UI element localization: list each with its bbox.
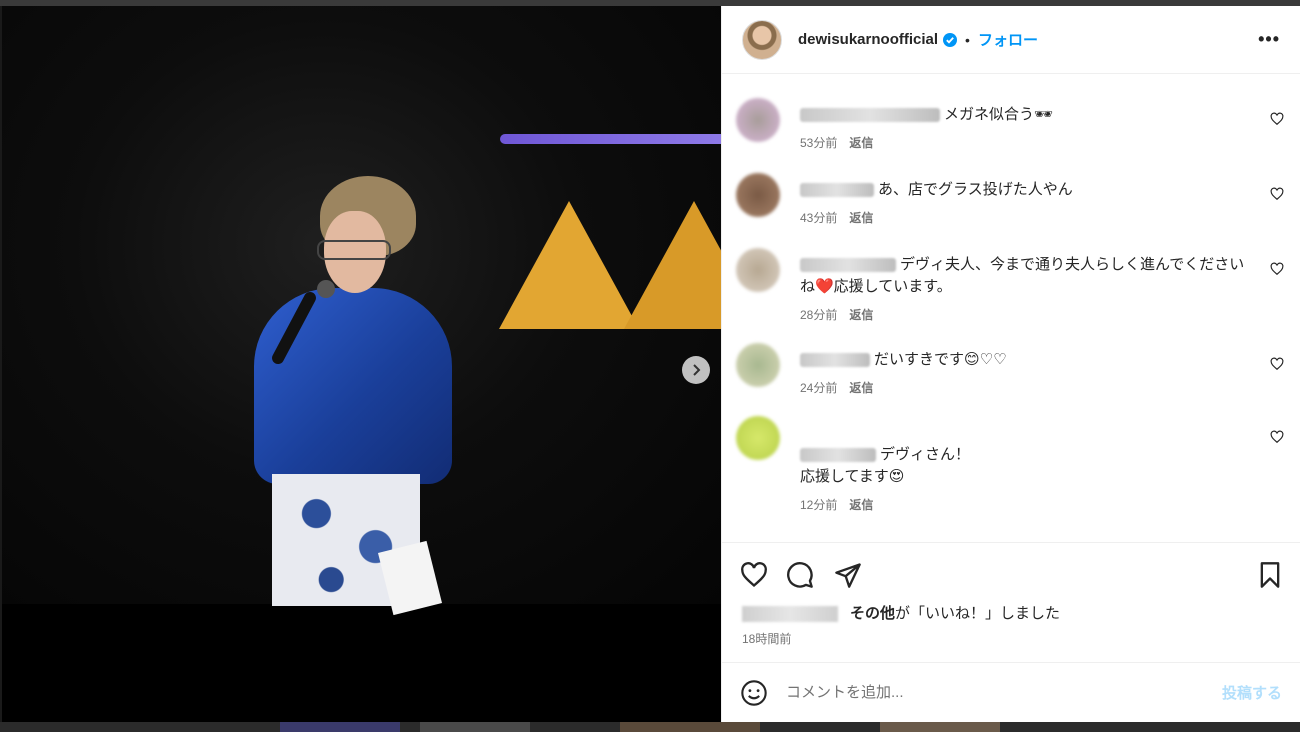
commenter-username-blurred[interactable] xyxy=(800,108,940,123)
comment-item: メガネ似合う🕶 53分前 返信 xyxy=(722,98,1300,151)
comment-text: デヴィ夫人、今まで通り夫人らしく進んでください ね❤️応援しています。 xyxy=(800,256,1245,295)
verified-badge-icon xyxy=(943,32,958,47)
comment-like-heart-icon[interactable] xyxy=(1270,187,1284,201)
comment-text: メガネ似合う🕶 xyxy=(800,98,1280,126)
commenter-avatar[interactable] xyxy=(736,173,780,217)
chevron-right-icon xyxy=(693,364,701,376)
comment-item: デヴィ夫人、今まで通り夫人らしく進んでください ね❤️応援しています。 28分前… xyxy=(722,248,1300,323)
separator-dot: • xyxy=(965,31,970,48)
share-paper-plane-icon[interactable] xyxy=(834,561,862,589)
comment-text: だいすきです😊♡♡ xyxy=(800,343,1280,371)
comment-meta: 53分前 返信 xyxy=(800,134,1280,151)
comment-text: デヴィさん！ 応援してます😍 xyxy=(800,446,971,485)
comment-input[interactable] xyxy=(784,683,1222,702)
author-avatar[interactable] xyxy=(742,19,782,60)
post-media xyxy=(2,6,721,722)
likes-suffix: が「いいね！」しました xyxy=(895,605,1061,622)
comment-like-heart-icon[interactable] xyxy=(1270,262,1284,276)
comment-like-heart-icon[interactable] xyxy=(1270,357,1284,371)
reply-button[interactable]: 返信 xyxy=(849,381,873,395)
comment-meta: 12分前 返信 xyxy=(800,496,1280,513)
commenter-username-blurred[interactable] xyxy=(800,183,874,198)
commenter-username-blurred[interactable] xyxy=(800,258,896,273)
post-timestamp[interactable]: 18時間前 xyxy=(742,630,791,647)
commenter-avatar[interactable] xyxy=(736,416,780,460)
comment-time: 43分前 xyxy=(800,211,838,225)
reply-button[interactable]: 返信 xyxy=(849,211,873,225)
comment-meta: 43分前 返信 xyxy=(800,209,1280,226)
comment-text: あ、店でグラス投げた人やん xyxy=(800,173,1280,201)
like-heart-icon[interactable] xyxy=(740,561,768,589)
commenter-avatar[interactable] xyxy=(736,248,780,292)
comment-time: 28分前 xyxy=(800,308,838,322)
comment-item: デヴィさん！ 応援してます😍 12分前 返信 xyxy=(722,416,1300,513)
likes-summary: その他が「いいね！」しました xyxy=(742,602,1060,623)
reply-button[interactable]: 返信 xyxy=(849,498,873,512)
next-image-button[interactable] xyxy=(682,356,710,384)
commenter-username-blurred[interactable] xyxy=(800,448,876,463)
comment-meta: 24分前 返信 xyxy=(800,379,1280,396)
comment-bubble-icon[interactable] xyxy=(786,561,814,589)
comment-time: 12分前 xyxy=(800,498,838,512)
more-options-button[interactable]: ••• xyxy=(1258,29,1280,50)
commenter-username-blurred[interactable] xyxy=(800,353,870,368)
post-comment-button[interactable]: 投稿する xyxy=(1222,682,1282,703)
comment-time: 24分前 xyxy=(800,381,838,395)
comment-item: あ、店でグラス投げた人やん 43分前 返信 xyxy=(722,173,1300,226)
emoji-smiley-icon[interactable] xyxy=(740,679,768,707)
comment-meta: 28分前 返信 xyxy=(800,306,1280,323)
reply-button[interactable]: 返信 xyxy=(849,136,873,150)
follow-button[interactable]: フォロー xyxy=(978,29,1038,50)
post-actions-bar xyxy=(722,542,1300,607)
author-username[interactable]: dewisukarnoofficial xyxy=(798,31,938,48)
others-link[interactable]: その他 xyxy=(850,605,895,622)
comment-like-heart-icon[interactable] xyxy=(1270,430,1284,444)
liker-username-blurred[interactable] xyxy=(742,606,838,623)
save-bookmark-icon[interactable] xyxy=(1256,561,1284,589)
add-comment-bar: 投稿する xyxy=(722,662,1300,722)
commenter-avatar[interactable] xyxy=(736,343,780,387)
comments-list: メガネ似合う🕶 53分前 返信 あ、店でグラス投げた人やん 43分前 返信 デヴィ夫… xyxy=(722,74,1300,544)
post-details-panel: dewisukarnoofficial • フォロー ••• メガネ似合う🕶 5… xyxy=(721,6,1300,722)
commenter-avatar[interactable] xyxy=(736,98,780,142)
comment-item: だいすきです😊♡♡ 24分前 返信 xyxy=(722,343,1300,396)
comment-time: 53分前 xyxy=(800,136,838,150)
comment-like-heart-icon[interactable] xyxy=(1270,112,1284,126)
reply-button[interactable]: 返信 xyxy=(849,308,873,322)
post-header: dewisukarnoofficial • フォロー ••• xyxy=(722,6,1300,74)
post-photo xyxy=(2,6,721,616)
background-page-bottom xyxy=(0,722,1300,732)
